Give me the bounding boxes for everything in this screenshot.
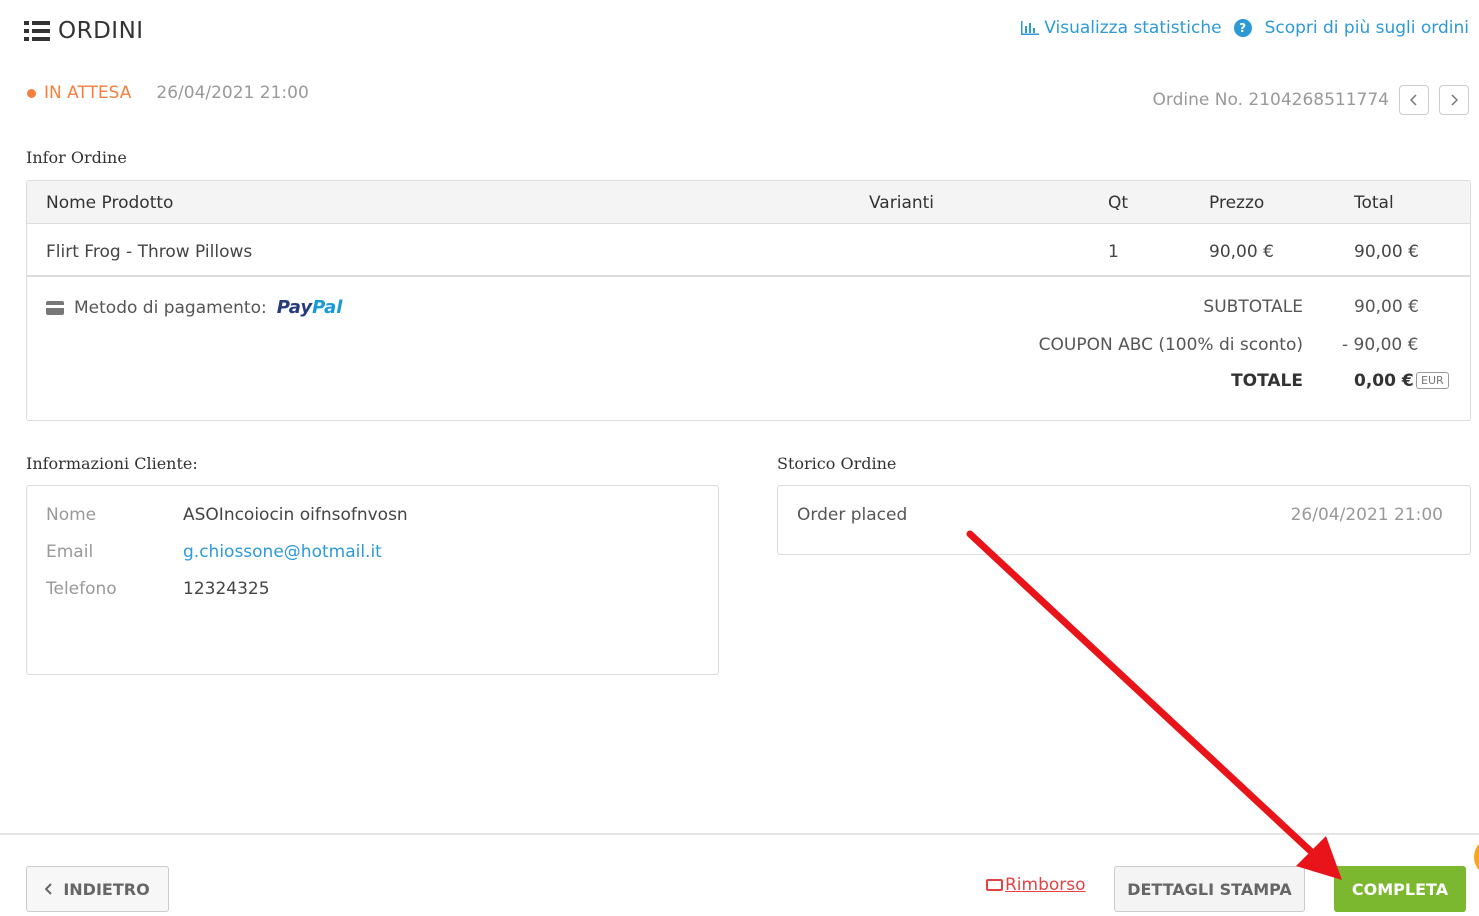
- refund-link[interactable]: Rimborso: [986, 875, 1086, 895]
- print-details-button[interactable]: DETTAGLI STAMPA: [1114, 866, 1305, 912]
- row-total: 90,00 €: [1354, 242, 1419, 262]
- col-price: Prezzo: [1209, 193, 1265, 213]
- row-price: 90,00 €: [1209, 242, 1274, 262]
- row-product-name: Flirt Frog - Throw Pillows: [46, 242, 253, 262]
- paypal-logo: PayPal: [276, 297, 343, 318]
- order-info-label: Infor Ordine: [26, 148, 127, 167]
- total-value: 0,00 €: [1354, 371, 1414, 391]
- customer-name: ASOIncoiocin oifnsofnvosn: [183, 505, 408, 525]
- subtotal-label: SUBTOTALE: [1203, 297, 1303, 317]
- col-qty: Qt: [1108, 193, 1129, 213]
- page-title: ORDINI: [58, 18, 144, 44]
- col-product-name: Nome Prodotto: [46, 193, 174, 213]
- complete-button-label: COMPLETA: [1351, 879, 1449, 899]
- next-order-button[interactable]: [1439, 85, 1469, 115]
- stats-link-label: Visualizza statistiche: [1044, 18, 1222, 38]
- back-button[interactable]: INDIETRO: [26, 866, 169, 912]
- row-qty: 1: [1108, 242, 1119, 262]
- customer-email-label: Email: [46, 542, 94, 562]
- subtotal-value: 90,00 €: [1354, 297, 1419, 317]
- order-table: Nome Prodotto Varianti Qt Prezzo Total F…: [26, 180, 1471, 421]
- coupon-value: - 90,00 €: [1342, 335, 1419, 355]
- status-badge: IN ATTESA: [44, 83, 132, 103]
- annotation-arrow-icon: [966, 530, 1342, 880]
- print-button-label: DETTAGLI STAMPA: [1127, 879, 1292, 899]
- back-button-label: INDIETRO: [63, 879, 150, 899]
- history-label: Storico Ordine: [777, 454, 897, 473]
- status-dot-icon: [27, 88, 36, 98]
- refund-icon: [986, 879, 1003, 891]
- coupon-label: COUPON ABC (100% di sconto): [1038, 335, 1303, 355]
- customer-email-link[interactable]: g.chiossone@hotmail.it: [183, 542, 382, 562]
- customer-phone-label: Telefono: [46, 579, 117, 599]
- customer-info-label: Informazioni Cliente:: [26, 454, 198, 473]
- list-icon: [24, 21, 50, 41]
- order-status: IN ATTESA 26/04/2021 21:00: [27, 83, 309, 103]
- history-panel: Order placed 26/04/2021 21:00: [777, 485, 1471, 555]
- question-icon: ?: [1233, 19, 1252, 37]
- customer-info-panel: Nome ASOIncoiocin oifnsofnvosn Email g.c…: [26, 485, 719, 675]
- customer-phone: 12324325: [183, 579, 270, 599]
- credit-card-icon: [46, 300, 64, 315]
- page-header: ORDINI: [24, 18, 144, 44]
- currency-badge: EUR: [1416, 372, 1449, 389]
- bar-chart-icon: [1021, 21, 1040, 35]
- col-variants: Varianti: [869, 193, 935, 213]
- floating-help-button[interactable]: [1474, 837, 1479, 877]
- col-total: Total: [1354, 193, 1394, 213]
- header-links: Visualizza statistiche ? Scopri di più s…: [1021, 18, 1469, 38]
- total-label: TOTALE: [1231, 371, 1303, 391]
- order-date: 26/04/2021 21:00: [156, 83, 309, 103]
- payment-label: Metodo di pagamento:: [74, 297, 267, 318]
- help-link[interactable]: ? Scopri di più sugli ordini: [1233, 18, 1469, 38]
- history-event: Order placed: [797, 505, 908, 525]
- order-number: Ordine No. 2104268511774: [1152, 90, 1389, 110]
- complete-button[interactable]: COMPLETA: [1334, 866, 1466, 912]
- prev-order-button[interactable]: [1399, 85, 1429, 115]
- order-number-nav: Ordine No. 2104268511774: [1153, 85, 1469, 115]
- help-link-label: Scopri di più sugli ordini: [1264, 18, 1469, 38]
- payment-method: Metodo di pagamento: PayPal: [46, 297, 342, 318]
- refund-label: Rimborso: [1005, 875, 1086, 895]
- footer-bar: INDIETRO Rimborso DETTAGLI STAMPA COMPLE…: [0, 833, 1479, 916]
- customer-name-label: Nome: [46, 505, 97, 525]
- chevron-left-icon: [45, 883, 53, 895]
- stats-link[interactable]: Visualizza statistiche: [1021, 18, 1222, 38]
- chevron-left-icon: [1410, 94, 1417, 106]
- chevron-right-icon: [1451, 94, 1458, 106]
- history-time: 26/04/2021 21:00: [1290, 505, 1443, 525]
- table-row: Flirt Frog - Throw Pillows 1 90,00 € 90,…: [27, 224, 1470, 277]
- table-header: Nome Prodotto Varianti Qt Prezzo Total: [27, 181, 1470, 224]
